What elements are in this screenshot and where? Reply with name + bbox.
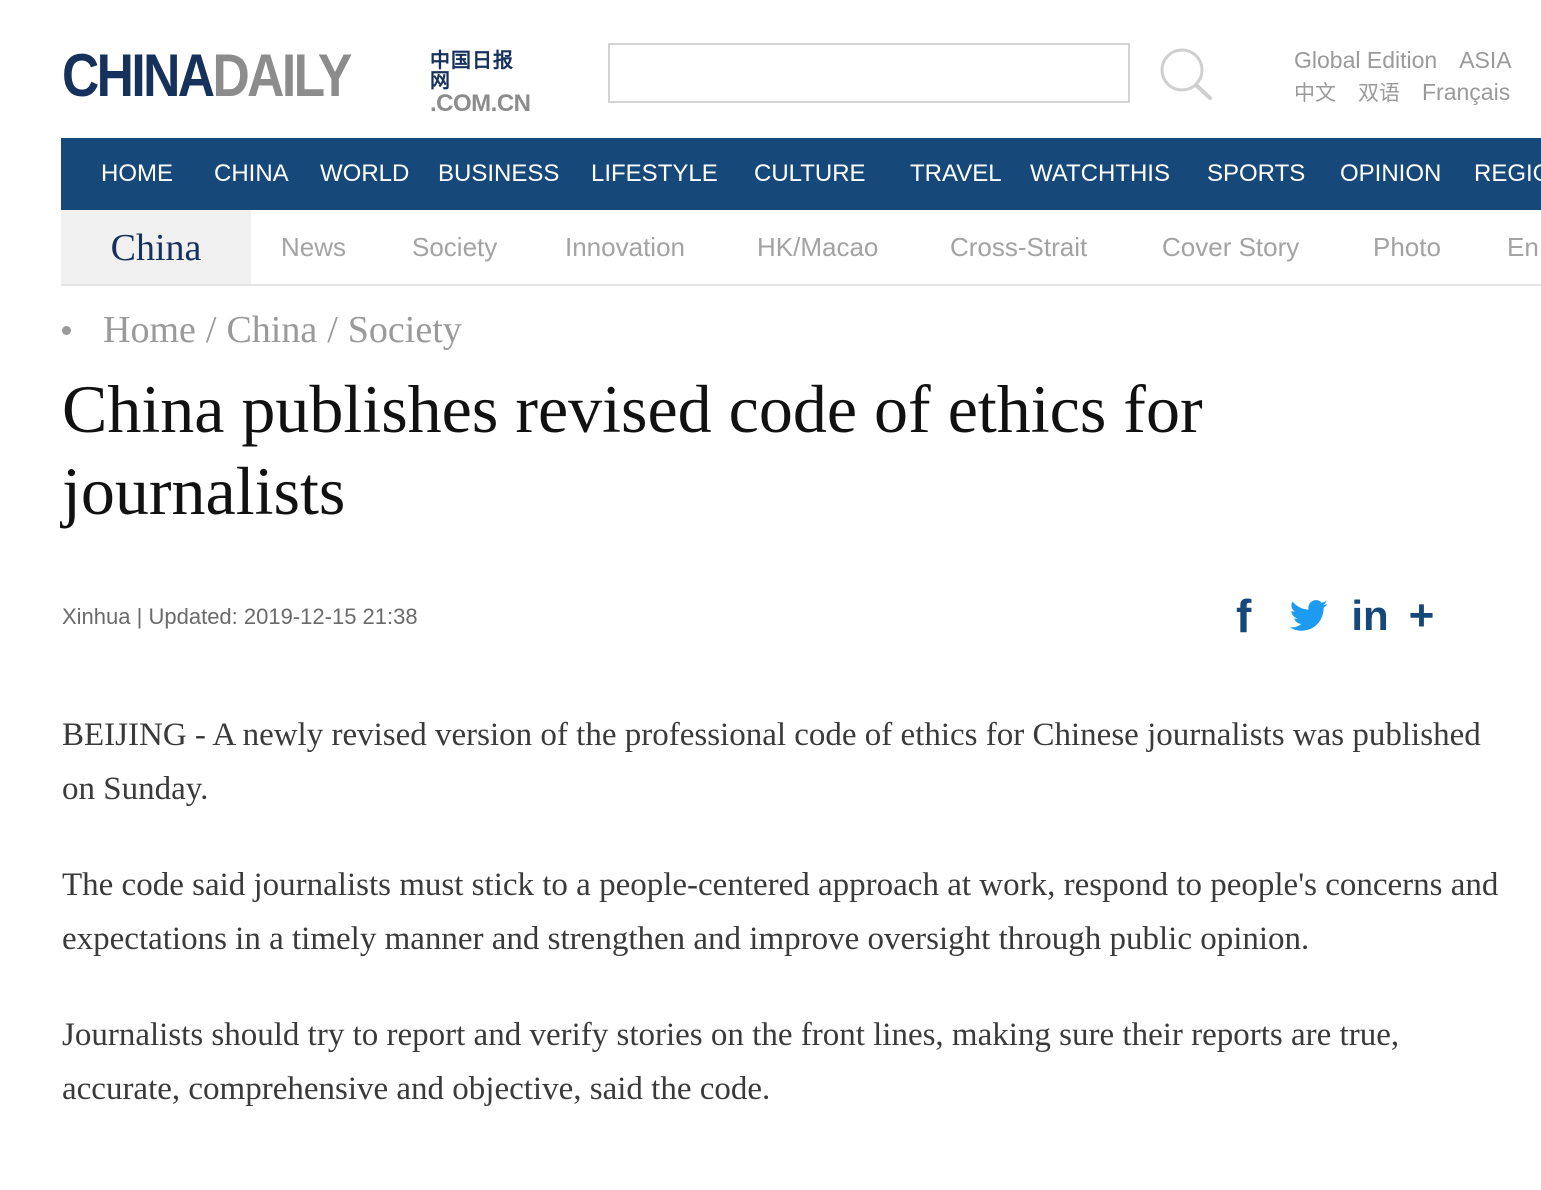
subnav-news[interactable]: News [281,210,346,284]
section-title-china[interactable]: China [61,210,251,284]
subnav-en[interactable]: En [1507,210,1539,284]
link-global-edition[interactable]: Global Edition [1294,47,1437,73]
nav-world[interactable]: WORLD [320,138,409,210]
search-icon[interactable] [1156,45,1216,101]
breadcrumb-bullet [62,325,71,335]
breadcrumb: Home / China / Society [62,305,462,355]
breadcrumb-separator: / [205,309,217,351]
breadcrumb-separator: / [327,309,338,351]
subnav-cover-story[interactable]: Cover Story [1162,210,1299,284]
breadcrumb-society[interactable]: Society [348,308,462,352]
linkedin-icon[interactable]: in [1351,595,1388,637]
byline-separator: | [136,604,143,629]
logo-china-text: CHINA [62,42,215,109]
nav-business[interactable]: BUSINESS [438,138,559,210]
link-bilingual[interactable]: 双语 [1358,81,1400,105]
subnav-cross-strait[interactable]: Cross-Strait [950,210,1087,284]
search-input[interactable] [608,43,1130,103]
article-byline: Xinhua | Updated: 2019-12-15 21:38 [62,604,418,630]
logo-domain-text: .COM.CN [430,90,531,117]
updated-label: Updated: [148,604,238,629]
main-nav: HOME CHINA WORLD BUSINESS LIFESTYLE CULT… [61,138,1541,210]
china-daily-logo[interactable]: CHINADAILY 中国日报网 .COM.CN [62,44,531,116]
logo-wordmark: CHINADAILY [62,46,352,106]
twitter-icon[interactable] [1289,600,1329,632]
article-paragraph: Journalists should try to report and ver… [62,1017,1400,1107]
article-body: BEIJING - A newly revised version of the… [62,708,1502,1158]
nav-lifestyle[interactable]: LIFESTYLE [591,138,718,210]
subnav-innovation[interactable]: Innovation [565,210,685,284]
subnav-hk-macao[interactable]: HK/Macao [757,210,878,284]
nav-home[interactable]: HOME [101,138,173,210]
breadcrumb-home[interactable]: Home [103,308,196,352]
updated-time: 2019-12-15 21:38 [243,604,418,629]
breadcrumb-china[interactable]: China [226,308,317,352]
page: CHINADAILY 中国日报网 .COM.CN Global Edition A… [0,0,1541,1190]
edition-row-2: 中文 双语 Français [1294,76,1534,109]
subnav-society[interactable]: Society [412,210,497,284]
nav-sports[interactable]: SPORTS [1207,138,1305,210]
article-paragraph: The code said journalists must stick to … [62,867,1499,957]
nav-culture[interactable]: CULTURE [754,138,866,210]
edition-links: Global Edition ASIA 中文 双语 Français [1294,44,1534,109]
logo-daily-text: DAILY [212,42,353,109]
facebook-icon[interactable]: f [1236,593,1251,639]
nav-opinion[interactable]: OPINION [1340,138,1441,210]
subnav-photo[interactable]: Photo [1373,210,1441,284]
link-chinese[interactable]: 中文 [1294,81,1336,105]
edition-row-1: Global Edition ASIA [1294,44,1534,76]
logo-chinese-text: 中国日报网 [430,48,514,92]
logo-side-text: 中国日报网 .COM.CN [430,50,531,116]
nav-regions[interactable]: REGIO [1474,138,1541,210]
article-paragraph: BEIJING - A newly revised version of the… [62,717,1481,807]
article-headline: China publishes revised code of ethics f… [62,371,1203,529]
sub-nav: China News Society Innovation HK/Macao C… [61,210,1541,286]
share-bar: f in + [1236,588,1434,644]
article-source: Xinhua [62,604,131,629]
link-asia[interactable]: ASIA [1459,47,1511,73]
nav-travel[interactable]: TRAVEL [910,138,1002,210]
link-french[interactable]: Français [1422,79,1510,105]
nav-china[interactable]: CHINA [214,138,289,210]
nav-watchthis[interactable]: WATCHTHIS [1030,138,1170,210]
more-share-icon[interactable]: + [1409,594,1435,638]
